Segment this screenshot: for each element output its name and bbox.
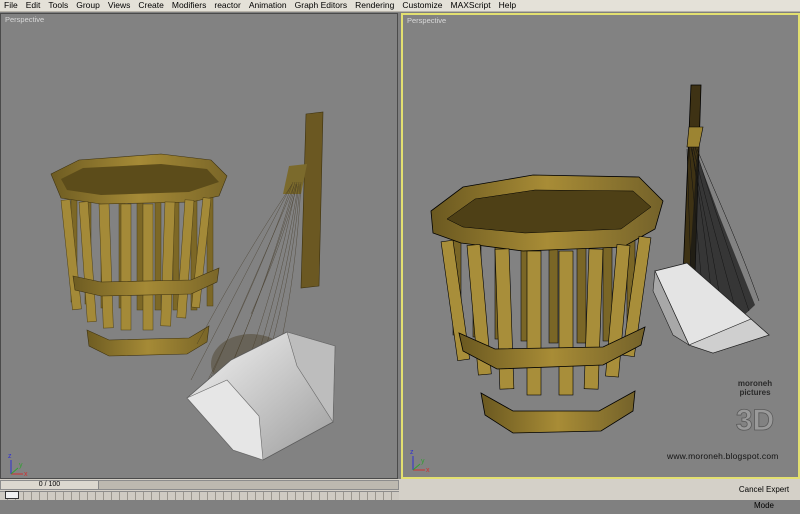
axis-y-label-right: y — [421, 458, 425, 465]
dustpan-model[interactable] — [186, 331, 336, 461]
menu-graph-editors[interactable]: Graph Editors — [291, 0, 351, 11]
viewport-left-label[interactable]: Perspective — [5, 15, 44, 24]
axis-x-label: x — [24, 471, 28, 478]
watermark-logo: moroneh pictures 3D — [735, 379, 774, 437]
basket-model[interactable] — [50, 153, 228, 357]
menu-tools[interactable]: Tools — [44, 0, 72, 11]
menu-bar: File Edit Tools Group Views Create Modif… — [0, 0, 800, 12]
mini-listener-icon[interactable] — [5, 491, 19, 499]
viewport-perspective-left[interactable]: x z y Perspective — [0, 13, 398, 479]
menu-modifiers[interactable]: Modifiers — [168, 0, 210, 11]
menu-views[interactable]: Views — [104, 0, 135, 11]
menu-create[interactable]: Create — [134, 0, 168, 11]
axis-y-label: y — [19, 462, 23, 469]
cancel-expert-mode-button[interactable]: Cancel Expert Mode — [728, 482, 800, 510]
menu-reactor[interactable]: reactor — [210, 0, 244, 11]
menu-maxscript[interactable]: MAXScript — [446, 0, 494, 11]
menu-help[interactable]: Help — [495, 0, 520, 11]
axis-z-label: z — [8, 453, 12, 460]
menu-edit[interactable]: Edit — [22, 0, 45, 11]
time-slider-thumb[interactable]: 0 / 100 — [1, 481, 99, 489]
time-slider[interactable]: 0 / 100 — [0, 480, 399, 490]
axis-gizmo-right: x z y — [410, 449, 430, 474]
menu-group[interactable]: Group — [72, 0, 104, 11]
watermark-logo-3d: 3D — [736, 404, 774, 437]
cancel-expert-mode-label: Cancel Expert Mode — [738, 485, 790, 510]
watermark-url: www.moroneh.blogspot.com — [667, 451, 779, 461]
axis-z-label-right: z — [410, 449, 414, 456]
menu-file[interactable]: File — [0, 0, 22, 11]
menu-rendering[interactable]: Rendering — [351, 0, 398, 11]
menu-customize[interactable]: Customize — [398, 0, 446, 11]
status-bar: 0 / 100 — [0, 479, 800, 500]
watermark-logo-line2: pictures — [739, 388, 771, 397]
axis-x-label-right: x — [426, 467, 430, 474]
track-bar[interactable] — [0, 491, 399, 500]
basket-model-right[interactable] — [430, 174, 664, 434]
axis-gizmo-left: x z y — [8, 453, 28, 478]
viewport-left-scene: x z y — [8, 111, 336, 478]
viewport-right-label[interactable]: Perspective — [407, 16, 446, 25]
menu-animation[interactable]: Animation — [245, 0, 291, 11]
watermark-logo-line1: moroneh — [738, 379, 772, 388]
